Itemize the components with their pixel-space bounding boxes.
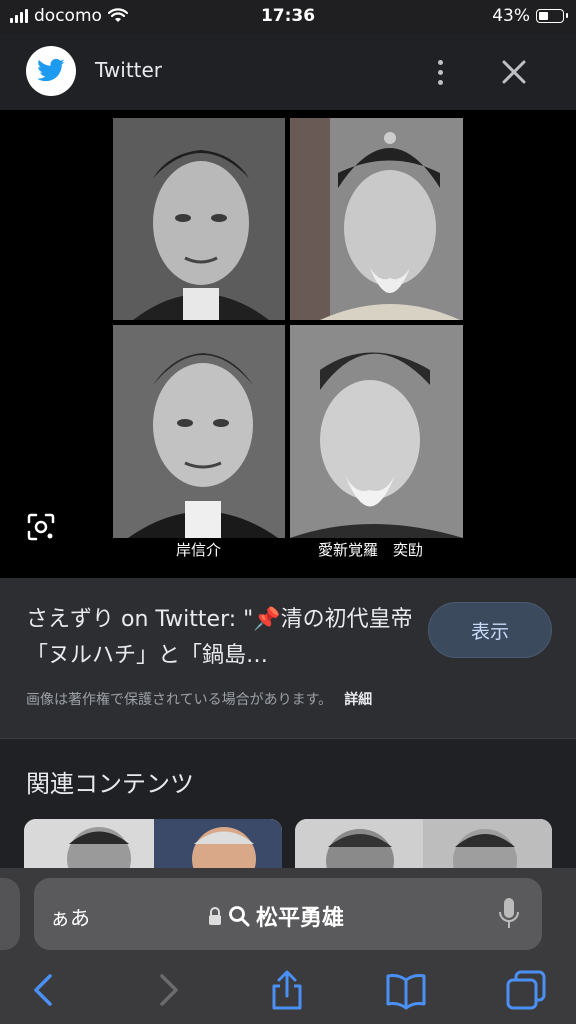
result-title[interactable]: さえずり on Twitter: "📌清の初代皇帝「ヌルハチ」と「鍋島… <box>26 602 416 674</box>
microphone-icon[interactable] <box>498 896 520 932</box>
image-preview[interactable]: 岸信介 愛新覚羅 奕劻 <box>0 110 576 578</box>
more-vertical-icon[interactable] <box>428 52 452 92</box>
caption-left: 岸信介 <box>176 541 222 559</box>
back-icon[interactable] <box>22 968 66 1012</box>
copyright-text: 画像は著作権で保護されている場合があります。 <box>26 692 333 708</box>
battery-group: 43% <box>492 6 568 26</box>
text-size-button[interactable]: ぁあ <box>50 902 90 931</box>
portrait-bottom-right <box>290 325 463 538</box>
copyright-notice: 画像は著作権で保護されている場合があります。 詳細 <box>26 689 372 709</box>
query-text: 松平勇雄 <box>256 906 345 931</box>
lock-icon <box>209 907 221 925</box>
view-button[interactable]: 表示 <box>428 602 552 658</box>
portrait-top-right <box>290 118 463 320</box>
forward-icon[interactable] <box>146 968 190 1012</box>
related-content-section: 関連コンテンツ <box>0 738 576 879</box>
related-heading: 関連コンテンツ <box>26 770 194 798</box>
address-bar[interactable]: ぁあ 松平勇雄 <box>34 878 542 950</box>
share-icon[interactable] <box>265 968 309 1012</box>
close-icon[interactable] <box>497 55 531 89</box>
result-info-panel: さえずり on Twitter: "📌清の初代皇帝「ヌルハチ」と「鍋島… 表示 … <box>0 578 576 738</box>
address-query[interactable]: 松平勇雄 <box>208 900 344 932</box>
previous-tab-peek[interactable] <box>0 878 20 950</box>
safari-toolbar <box>0 958 576 1024</box>
safari-address-area: ぁあ 松平勇雄 <box>0 868 576 958</box>
viewer-header: Twitter <box>0 34 576 110</box>
battery-icon <box>536 9 568 23</box>
bookmarks-icon[interactable] <box>384 968 428 1012</box>
search-icon <box>229 906 250 927</box>
portrait-top-left <box>113 118 285 320</box>
photo-collage <box>113 118 463 538</box>
tabs-icon[interactable] <box>504 968 548 1012</box>
caption-right: 愛新覚羅 奕劻 <box>318 541 424 559</box>
twitter-bird-icon <box>26 46 76 96</box>
portrait-bottom-left <box>113 325 285 538</box>
google-lens-icon[interactable] <box>26 512 56 542</box>
clock: 17:36 <box>260 6 316 26</box>
status-bar: docomo 17:36 43% <box>0 0 576 34</box>
source-title: Twitter <box>95 58 163 82</box>
details-link[interactable]: 詳細 <box>344 692 372 708</box>
battery-percent: 43% <box>492 6 530 26</box>
